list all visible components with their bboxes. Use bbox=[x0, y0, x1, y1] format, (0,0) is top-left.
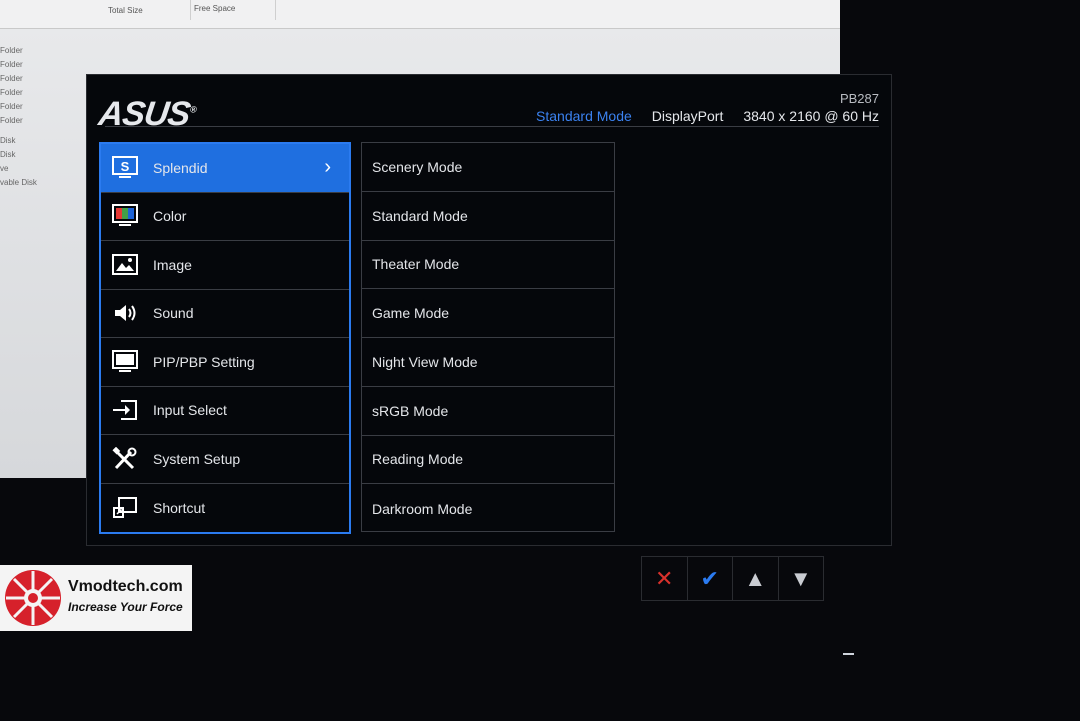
column-free-space: Free Space bbox=[194, 4, 236, 13]
watermark-tagline: Increase Your Force bbox=[68, 600, 183, 614]
submenu-item[interactable]: Standard Mode bbox=[362, 192, 614, 241]
submenu-item[interactable]: Night View Mode bbox=[362, 338, 614, 387]
submenu-item[interactable]: Game Mode bbox=[362, 289, 614, 338]
main-menu: S Splendid › Color Image Sound PIP/PBP S… bbox=[99, 142, 351, 534]
submenu-item[interactable]: Reading Mode bbox=[362, 436, 614, 485]
menu-item-splendid[interactable]: S Splendid › bbox=[101, 144, 349, 193]
submenu-item[interactable]: Darkroom Mode bbox=[362, 484, 614, 533]
menu-item-label: Splendid bbox=[153, 159, 208, 176]
menu-item-label: Image bbox=[153, 256, 192, 273]
splendid-submenu: Scenery Mode Standard Mode Theater Mode … bbox=[361, 142, 615, 532]
pip-icon bbox=[111, 349, 139, 374]
submenu-item[interactable]: Scenery Mode bbox=[362, 143, 614, 192]
splendid-icon: S bbox=[111, 155, 139, 180]
color-icon bbox=[111, 204, 139, 228]
menu-item-label: Shortcut bbox=[153, 499, 206, 516]
down-arrow-icon[interactable]: ▼ bbox=[779, 557, 824, 600]
header-divider bbox=[105, 126, 879, 127]
submenu-item[interactable]: Theater Mode bbox=[362, 241, 614, 290]
input-source: DisplayPort bbox=[651, 108, 724, 124]
menu-item-system-setup[interactable]: System Setup bbox=[101, 435, 349, 484]
menu-item-pip-pbp[interactable]: PIP/PBP Setting bbox=[101, 338, 349, 387]
chevron-right-icon: › bbox=[324, 156, 331, 178]
column-total-size: Total Size bbox=[108, 6, 143, 15]
menu-item-image[interactable]: Image bbox=[101, 241, 349, 290]
cursor-mark bbox=[843, 653, 854, 655]
menu-item-label: System Setup bbox=[153, 450, 241, 467]
model-name: PB287 bbox=[839, 91, 879, 106]
status-bar: Standard Mode DisplayPort 3840 x 2160 @ … bbox=[536, 108, 879, 124]
menu-item-label: Input Select bbox=[153, 402, 227, 419]
menu-item-sound[interactable]: Sound bbox=[101, 290, 349, 338]
menu-item-label: PIP/PBP Setting bbox=[153, 353, 255, 370]
close-icon[interactable]: ✕ bbox=[642, 557, 688, 600]
resolution: 3840 x 2160 @ 60 Hz bbox=[743, 108, 879, 124]
osd-panel: ASUS® PB287 Standard Mode DisplayPort 38… bbox=[86, 74, 892, 546]
menu-item-input-select[interactable]: Input Select bbox=[101, 387, 349, 435]
image-icon bbox=[111, 253, 139, 277]
explorer-rows: Folder Folder Folder Folder Folder Folde… bbox=[0, 46, 37, 187]
speaker-icon bbox=[111, 301, 139, 325]
menu-item-shortcut[interactable]: Shortcut bbox=[101, 484, 349, 533]
submenu-item[interactable]: sRGB Mode bbox=[362, 387, 614, 436]
vmodtech-logo bbox=[5, 570, 61, 626]
shortcut-icon bbox=[111, 496, 139, 520]
svg-text:S: S bbox=[121, 159, 130, 174]
tools-icon bbox=[111, 446, 139, 471]
vmodtech-watermark: Vmodtech.com Increase Your Force bbox=[0, 565, 192, 631]
menu-item-label: Sound bbox=[153, 305, 194, 322]
check-icon[interactable]: ✔ bbox=[688, 557, 733, 600]
current-mode: Standard Mode bbox=[536, 108, 632, 124]
asus-logo: ASUS® bbox=[96, 95, 197, 133]
up-arrow-icon[interactable]: ▲ bbox=[733, 557, 779, 600]
watermark-name: Vmodtech.com bbox=[68, 578, 183, 595]
menu-item-label: Color bbox=[153, 208, 187, 225]
input-icon bbox=[111, 398, 139, 422]
menu-item-color[interactable]: Color bbox=[101, 193, 349, 241]
osd-navigation-keys: ✕ ✔ ▲ ▼ bbox=[641, 556, 824, 601]
